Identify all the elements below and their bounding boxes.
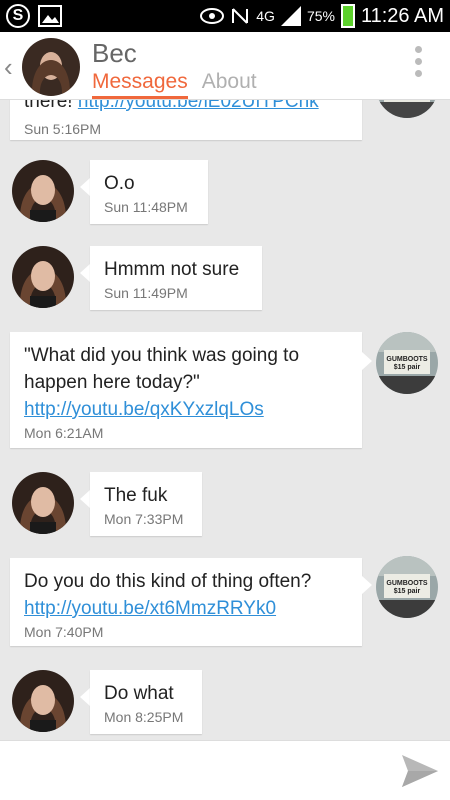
send-icon <box>402 755 438 787</box>
tab-messages[interactable]: Messages <box>92 70 188 99</box>
my-avatar[interactable]: GUMBOOTS $15 pair <box>376 556 438 618</box>
message-bubble-received: Hmmm not sure Sun 11:49PM <box>90 246 262 310</box>
conversation-header: ‹ Bec Messages About <box>0 32 450 100</box>
message-bubble-sent: "What did you think was going to happen … <box>10 332 362 448</box>
bubble-tail <box>80 264 90 282</box>
message-text: Do you do this kind of thing often? <box>24 571 312 592</box>
message-time: Mon 7:33PM <box>104 511 184 527</box>
message-bubble-received: The fuk Mon 7:33PM <box>90 472 202 536</box>
contact-avatar[interactable] <box>12 670 74 732</box>
header-tabs: Messages About <box>92 70 257 99</box>
sign-text-line2: $15 pair <box>394 364 421 371</box>
network-type: 4G <box>256 8 275 24</box>
app-s-icon: S <box>6 4 30 28</box>
contact-avatar[interactable] <box>12 246 74 308</box>
sign-text-line2: $15 pair <box>394 588 421 595</box>
message-bubble-received: O.o Sun 11:48PM <box>90 160 208 224</box>
clock: 11:26 AM <box>360 4 444 27</box>
battery-icon <box>340 4 355 28</box>
send-button[interactable] <box>400 753 440 789</box>
message-time: Mon 6:21AM <box>24 425 104 441</box>
tab-about[interactable]: About <box>202 70 257 99</box>
message-bubble-sent: there! http://youtu.be/iE02UfTPChk Sun 5… <box>10 100 362 140</box>
message-input[interactable] <box>10 751 380 791</box>
back-chevron-icon[interactable]: ‹ <box>4 52 13 83</box>
message-list[interactable]: there! http://youtu.be/iE02UfTPChk Sun 5… <box>0 100 450 740</box>
bubble-tail <box>80 490 90 508</box>
bubble-tail <box>80 688 90 706</box>
message-time: Sun 11:49PM <box>104 285 188 301</box>
contact-avatar[interactable] <box>12 472 74 534</box>
message-link[interactable]: http://youtu.be/xt6MmzRRYk0 <box>24 598 276 619</box>
message-text: "What did you think was going to happen … <box>24 345 300 393</box>
contact-avatar[interactable] <box>12 160 74 222</box>
eye-icon <box>200 8 225 24</box>
overflow-menu-icon[interactable] <box>412 46 424 86</box>
message-time: Sun 11:48PM <box>104 199 188 215</box>
bubble-tail <box>362 576 372 594</box>
message-text: Do what <box>104 683 174 704</box>
bubble-tail <box>80 178 90 196</box>
contact-name: Bec <box>92 38 137 68</box>
contact-avatar[interactable] <box>22 38 80 96</box>
signal-icon <box>280 6 301 26</box>
nfc-icon <box>232 8 249 24</box>
image-notification-icon <box>38 5 62 27</box>
message-text: The fuk <box>104 485 168 506</box>
my-avatar[interactable]: GUMBOOTS $15 pair <box>376 332 438 394</box>
message-text: there! <box>24 100 78 112</box>
message-time: Sun 5:16PM <box>24 121 102 137</box>
message-bubble-received: Do what Mon 8:25PM <box>90 670 202 734</box>
message-time: Mon 7:40PM <box>24 624 104 640</box>
message-text: O.o <box>104 173 135 194</box>
sign-text-line1: GUMBOOTS <box>386 356 428 363</box>
message-composer <box>0 740 450 800</box>
my-avatar[interactable] <box>376 100 438 118</box>
message-link[interactable]: http://youtu.be/iE02UfTPChk <box>78 100 319 112</box>
message-text: Hmmm not sure <box>104 259 240 280</box>
status-bar: S 4G 75% 11:26 AM <box>0 0 450 32</box>
bubble-tail <box>362 352 372 370</box>
battery-percent: 75% <box>306 8 335 24</box>
message-link[interactable]: http://youtu.be/qxKYxzlqLOs <box>24 399 264 420</box>
message-bubble-sent: Do you do this kind of thing often? http… <box>10 558 362 646</box>
message-time: Mon 8:25PM <box>104 709 184 725</box>
sign-text-line1: GUMBOOTS <box>386 580 428 587</box>
